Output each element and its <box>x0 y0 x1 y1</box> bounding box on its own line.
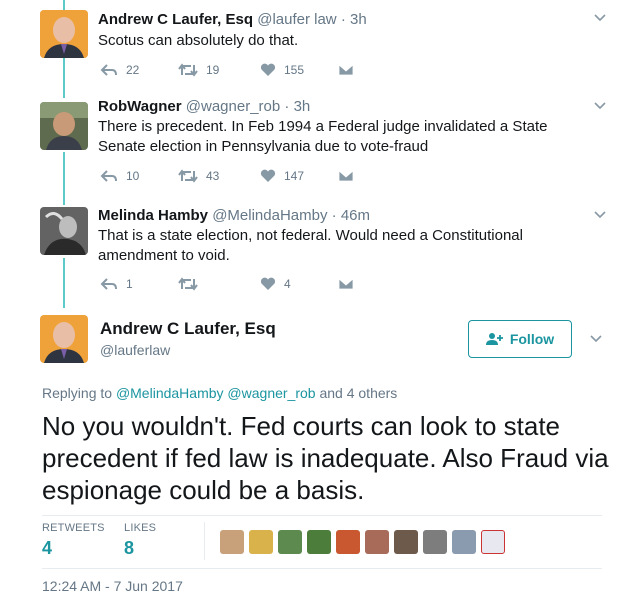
user-handle[interactable]: @MelindaHamby <box>212 207 327 224</box>
retweet-count: 19 <box>206 63 220 77</box>
tweet-text: That is a state election, not federal. W… <box>98 227 523 264</box>
retweet-icon <box>178 63 198 77</box>
author-name[interactable]: Andrew C Laufer, Esq <box>100 319 276 339</box>
liker-avatar[interactable] <box>249 530 273 554</box>
user-handle[interactable]: @wagner_rob <box>186 98 280 115</box>
like-count: 147 <box>284 169 305 183</box>
display-name[interactable]: Melinda Hamby <box>98 207 208 224</box>
reply-button[interactable]: 1 <box>100 274 133 294</box>
envelope-icon <box>338 278 354 290</box>
reply-button[interactable]: 10 <box>100 166 139 186</box>
retweet-icon <box>178 169 198 183</box>
likes-count: 8 <box>124 538 135 558</box>
chevron-down-icon[interactable] <box>593 99 607 113</box>
reply-icon <box>100 64 117 76</box>
like-button[interactable]: 4 <box>260 274 291 294</box>
liker-avatar[interactable] <box>336 530 360 554</box>
tweet-time[interactable]: · 3h <box>341 11 367 28</box>
replying-to: Replying to @MelindaHamby @wagner_rob an… <box>42 385 397 401</box>
likes-label: LIKES <box>124 522 157 534</box>
tweet-text: There is precedent. In Feb 1994 a Federa… <box>98 118 548 155</box>
retweet-button[interactable] <box>178 274 206 294</box>
reply-count: 22 <box>126 63 140 77</box>
author-handle[interactable]: @lauferlaw <box>100 342 170 358</box>
retweet-count: 43 <box>206 169 220 183</box>
avatar[interactable] <box>40 207 88 255</box>
thread-tweet[interactable]: Andrew C Laufer, Esq @laufer law · 3h Sc… <box>0 0 640 96</box>
heart-icon <box>260 63 276 76</box>
display-name[interactable]: RobWagner <box>98 98 182 115</box>
main-tweet-text: No you wouldn't. Fed courts can look to … <box>42 411 609 505</box>
like-count: 155 <box>284 63 305 77</box>
like-count: 4 <box>284 277 291 291</box>
heart-icon <box>260 277 276 290</box>
retweets-count: 4 <box>42 538 53 558</box>
liker-avatar[interactable] <box>307 530 331 554</box>
envelope-icon <box>338 170 354 182</box>
likes-stat[interactable]: LIKES 8 <box>124 522 156 559</box>
direct-message-button[interactable] <box>338 274 354 294</box>
chevron-down-icon[interactable] <box>593 11 607 25</box>
like-button[interactable]: 155 <box>260 60 304 80</box>
replying-prefix: Replying to <box>42 385 113 401</box>
thread-tweet[interactable]: RobWagner @wagner_rob · 3h There is prec… <box>0 98 640 206</box>
liker-avatar[interactable] <box>278 530 302 554</box>
author-avatar[interactable] <box>40 315 88 363</box>
tweet-actions: 10 43 147 <box>98 166 398 186</box>
retweet-button[interactable]: 43 <box>178 166 219 186</box>
chevron-down-icon[interactable] <box>593 208 607 222</box>
liker-avatar[interactable] <box>481 530 505 554</box>
replying-suffix[interactable]: and 4 others <box>319 385 397 401</box>
add-user-icon <box>485 333 503 345</box>
tweet-actions: 22 19 155 <box>98 60 398 80</box>
direct-message-button[interactable] <box>338 166 354 186</box>
retweet-icon <box>178 277 198 291</box>
avatar[interactable] <box>40 102 88 150</box>
tweet-time[interactable]: · 3h <box>284 98 310 115</box>
reply-icon <box>100 278 117 290</box>
display-name[interactable]: Andrew C Laufer, Esq <box>98 11 253 28</box>
retweet-button[interactable]: 19 <box>178 60 219 80</box>
retweets-stat[interactable]: RETWEETS 4 <box>42 522 105 559</box>
liker-avatar[interactable] <box>423 530 447 554</box>
stats-divider <box>204 522 205 560</box>
tweet-stats: RETWEETS 4 LIKES 8 <box>42 515 602 569</box>
reply-count: 1 <box>126 277 133 291</box>
thread-tweet[interactable]: Melinda Hamby @MelindaHamby · 46m That i… <box>0 205 640 305</box>
liker-avatar[interactable] <box>452 530 476 554</box>
chevron-down-icon[interactable] <box>589 332 603 346</box>
reply-icon <box>100 170 117 182</box>
liker-avatar[interactable] <box>220 530 244 554</box>
reply-count: 10 <box>126 169 140 183</box>
tweet-time[interactable]: · 46m <box>332 207 370 224</box>
like-button[interactable]: 147 <box>260 166 304 186</box>
follow-label: Follow <box>509 331 555 347</box>
envelope-icon <box>338 64 354 76</box>
mention-link[interactable]: @MelindaHamby <box>116 385 224 401</box>
retweets-label: RETWEETS <box>42 522 105 534</box>
tweet-text: Scotus can absolutely do that. <box>98 32 299 49</box>
liker-avatar[interactable] <box>365 530 389 554</box>
reply-button[interactable]: 22 <box>100 60 139 80</box>
heart-icon <box>260 169 276 182</box>
follow-button[interactable]: Follow <box>468 320 572 358</box>
user-handle[interactable]: @laufer law <box>257 11 336 28</box>
avatar[interactable] <box>40 10 88 58</box>
tweet-timestamp[interactable]: 12:24 AM - 7 Jun 2017 <box>42 578 183 594</box>
mention-link[interactable]: @wagner_rob <box>227 385 315 401</box>
liker-avatar[interactable] <box>394 530 418 554</box>
direct-message-button[interactable] <box>338 60 354 80</box>
tweet-actions: 1 4 <box>98 274 398 294</box>
